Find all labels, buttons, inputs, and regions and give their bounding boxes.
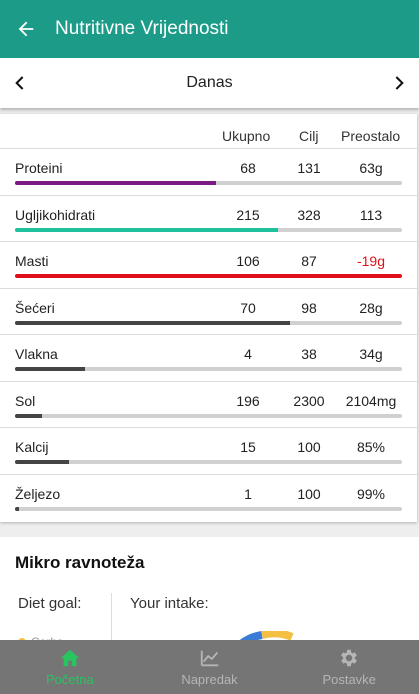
remaining-value: 34g: [359, 346, 383, 362]
nutrient-name: Sol: [15, 392, 36, 409]
goal-value: 131: [297, 160, 321, 176]
goal-value: 98: [301, 299, 317, 316]
nutrient-name: Proteini: [15, 160, 63, 176]
progress-fill: [15, 413, 43, 418]
tab-settings[interactable]: Postavke: [279, 640, 419, 694]
progress-bar: [15, 460, 402, 464]
goal-value: 87: [301, 253, 317, 269]
remaining-value: 85%: [356, 439, 386, 455]
tab-label: Napredak: [181, 672, 238, 687]
total-value: 15: [240, 439, 256, 455]
nutrient-name: Ugljikohidrati: [15, 206, 96, 223]
nutrient-row: Kalcij 15 100 85%: [0, 427, 417, 474]
progress-fill: [15, 227, 279, 232]
previous-day-button[interactable]: [0, 58, 40, 108]
remaining-value: 63g: [359, 160, 383, 176]
arrow-left-icon: [18, 21, 34, 37]
nutrient-row: Šećeri 70 98 28g: [0, 287, 417, 335]
nutrient-name: Željezo: [15, 485, 61, 502]
goal-value: 100: [297, 485, 321, 502]
remaining-value: 2104mg: [345, 392, 397, 409]
nutrition-table: Ukupno Cilj Preostalo Proteini 68 131 63g Ug…: [0, 114, 417, 522]
nutrient-name: Vlakna: [15, 346, 58, 362]
column-header-remaining: Preostalo: [341, 128, 401, 144]
goal-value: 2300: [293, 392, 325, 409]
day-label: Danas: [186, 74, 233, 91]
nutrient-row: Proteini 68 131 63g: [0, 148, 417, 195]
progress-fill: [15, 506, 19, 511]
total-value: 70: [240, 299, 256, 316]
chart-icon: [200, 650, 218, 667]
tab-home[interactable]: Početna: [0, 640, 140, 694]
chevron-right-icon: [395, 76, 404, 90]
progress-bar: [15, 320, 402, 325]
progress-bar: [15, 227, 402, 232]
progress-fill: [15, 181, 217, 185]
page-title: Nutritivne Vrijednosti: [55, 18, 229, 39]
total-value: 68: [240, 160, 256, 176]
diet-goal-label: Diet goal:: [18, 595, 82, 612]
home-icon: [60, 649, 79, 667]
day-navigator: Danas: [0, 58, 419, 108]
progress-fill: [15, 274, 402, 278]
progress-bar: [15, 274, 402, 278]
next-day-button[interactable]: [379, 58, 419, 108]
progress-bar: [15, 413, 402, 418]
micro-balance-section: Mikro ravnoteža Diet goal: Your intake: …: [0, 537, 419, 653]
progress-bar: [15, 506, 402, 511]
nutrient-name: Kalcij: [15, 439, 49, 455]
progress-fill: [15, 460, 70, 464]
nutrient-name: Masti: [15, 253, 49, 269]
progress-bar: [15, 181, 402, 185]
total-value: 106: [236, 253, 260, 269]
nutrient-row: Masti 106 87 -19g: [0, 241, 417, 288]
nutrient-row: Ugljikohidrati 215 328 113: [0, 194, 417, 242]
remaining-value: 99%: [356, 485, 386, 502]
nutrient-row: Sol 196 2300 2104mg: [0, 380, 417, 428]
column-header-total: Ukupno: [222, 128, 271, 144]
tab-label: Postavke: [322, 672, 376, 687]
chevron-left-icon: [15, 76, 24, 90]
tab-label: Početna: [45, 672, 94, 687]
goal-value: 328: [297, 206, 321, 223]
nutrient-row: Vlakna 4 38 34g: [0, 334, 417, 381]
goal-value: 100: [297, 439, 321, 455]
intake-label: Your intake:: [130, 595, 209, 612]
progress-fill: [15, 367, 85, 371]
total-value: 215: [236, 206, 260, 223]
goal-value: 38: [301, 346, 317, 362]
progress-bar: [15, 367, 402, 371]
app-bar: Nutritivne Vrijednosti: [0, 0, 419, 58]
total-value: 196: [236, 392, 260, 409]
remaining-value: 113: [359, 206, 383, 223]
remaining-value: -19g: [356, 253, 386, 269]
section-title: Mikro ravnoteža: [15, 553, 145, 572]
bottom-navigation: Početna Napredak Postavke: [0, 640, 419, 694]
remaining-value: 28g: [359, 299, 383, 316]
total-value: 4: [244, 346, 252, 362]
nutrient-name: Šećeri: [15, 299, 55, 316]
nutrient-row: Željezo 1 100 99%: [0, 473, 417, 521]
progress-fill: [15, 320, 290, 325]
back-button[interactable]: [4, 0, 48, 58]
column-header-goal: Cilj: [299, 128, 319, 144]
total-value: 1: [244, 485, 252, 502]
gear-icon: [341, 649, 358, 667]
tab-progress[interactable]: Napredak: [140, 640, 280, 694]
